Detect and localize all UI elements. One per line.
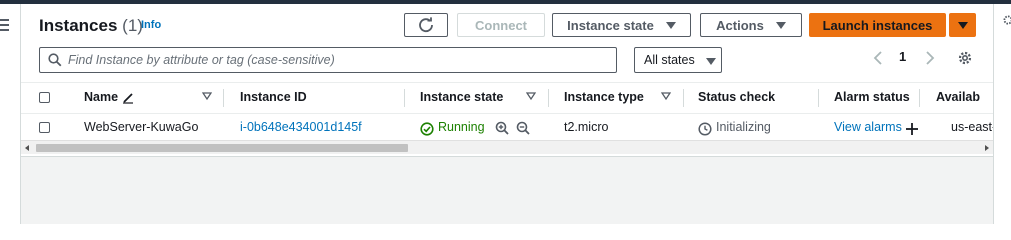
info-link[interactable]: Info: [141, 19, 161, 31]
sort-icon[interactable]: [202, 91, 212, 101]
actions-label: Actions: [716, 17, 764, 33]
title-text: Instances: [39, 16, 118, 35]
column-divider[interactable]: [404, 89, 405, 107]
column-divider[interactable]: [548, 89, 549, 107]
scroll-left-arrow-icon[interactable]: [25, 145, 29, 151]
states-select[interactable]: All states: [634, 47, 722, 73]
column-header-instance-state[interactable]: Instance state: [420, 90, 503, 104]
search-input[interactable]: Find Instance by attribute or tag (case-…: [39, 47, 617, 73]
refresh-icon: [419, 17, 433, 33]
instance-name: WebServer-KuwaGo: [84, 120, 199, 134]
chevron-down-icon: [706, 58, 716, 65]
right-rail: [993, 4, 1011, 224]
column-divider[interactable]: [919, 89, 920, 107]
select-all-checkbox[interactable]: [39, 92, 50, 103]
chevron-down-icon: [665, 21, 676, 29]
table-header: Name Instance ID Instance state Instance…: [21, 82, 994, 114]
connect-button[interactable]: Connect: [457, 13, 545, 37]
sort-icon[interactable]: [526, 91, 536, 101]
search-placeholder: Find Instance by attribute or tag (case-…: [68, 53, 335, 67]
horizontal-scrollbar[interactable]: [21, 140, 994, 154]
scroll-right-arrow-icon[interactable]: [985, 145, 989, 151]
chevron-left-icon[interactable]: [873, 51, 883, 65]
gear-icon[interactable]: [1002, 14, 1011, 26]
sort-icon[interactable]: [661, 91, 671, 101]
chevron-down-icon: [957, 21, 968, 29]
search-icon: [48, 53, 62, 67]
instance-state-value: Running: [438, 120, 485, 134]
zoom-in-icon[interactable]: [495, 121, 509, 135]
view-alarms-link[interactable]: View alarms: [834, 120, 902, 134]
column-divider[interactable]: [818, 89, 819, 107]
left-rail: [0, 4, 20, 224]
instances-table-container: Instances (1) Info Connect Instance stat…: [21, 4, 997, 157]
column-header-name[interactable]: Name: [84, 90, 118, 104]
instance-state-dropdown[interactable]: Instance state: [552, 13, 691, 37]
instance-type-value: t2.micro: [564, 120, 609, 134]
page-title: Instances (1): [39, 16, 143, 36]
states-select-value: All states: [644, 53, 695, 67]
availability-zone-value: us-east-: [951, 120, 997, 134]
plus-icon[interactable]: [905, 122, 919, 136]
column-header-status-check[interactable]: Status check: [698, 90, 775, 104]
settings-gear-icon[interactable]: [956, 49, 974, 67]
launch-dropdown-button[interactable]: [949, 13, 976, 37]
column-header-instance-id[interactable]: Instance ID: [240, 90, 307, 104]
clock-icon: [698, 122, 712, 136]
column-divider[interactable]: [223, 89, 224, 107]
refresh-button[interactable]: [404, 13, 448, 37]
scrollbar-thumb[interactable]: [36, 144, 408, 152]
launch-instances-button[interactable]: Launch instances: [809, 13, 946, 37]
table-row[interactable]: WebServer-KuwaGo i-0b648e434001d145f Run…: [21, 112, 997, 142]
column-header-instance-type[interactable]: Instance type: [564, 90, 644, 104]
instance-count: (1): [122, 16, 143, 35]
column-header-availability-zone[interactable]: Availab: [936, 90, 980, 104]
main-panel: Instances (1) Info Connect Instance stat…: [20, 4, 997, 224]
menu-icon[interactable]: [0, 18, 10, 32]
check-circle-icon: [420, 122, 434, 136]
instance-id-link[interactable]: i-0b648e434001d145f: [240, 120, 362, 134]
column-header-alarm-status[interactable]: Alarm status: [834, 90, 910, 104]
chevron-right-icon[interactable]: [925, 51, 935, 65]
zoom-out-icon[interactable]: [516, 121, 530, 135]
edit-icon: [123, 93, 133, 104]
chevron-down-icon: [775, 21, 786, 29]
row-checkbox[interactable]: [39, 122, 50, 133]
instance-state-label: Instance state: [567, 17, 654, 33]
status-check-value: Initializing: [716, 120, 771, 134]
page-number[interactable]: 1: [899, 49, 906, 64]
actions-dropdown[interactable]: Actions: [700, 13, 802, 37]
column-divider[interactable]: [683, 89, 684, 107]
